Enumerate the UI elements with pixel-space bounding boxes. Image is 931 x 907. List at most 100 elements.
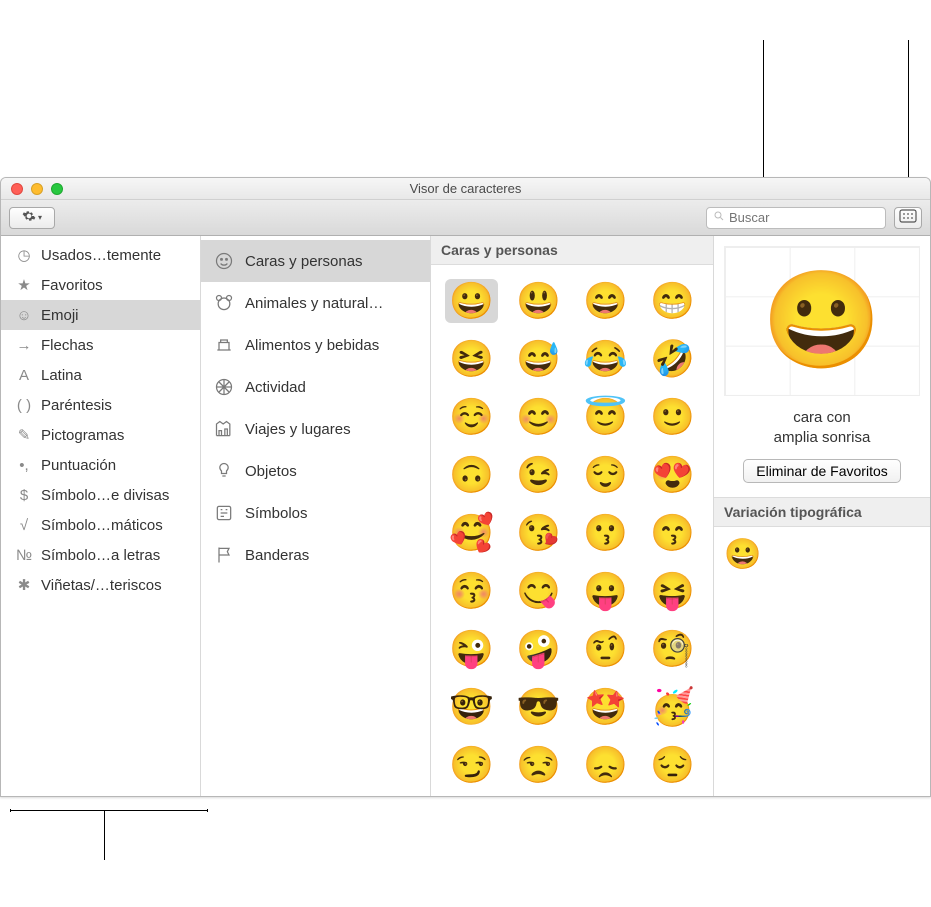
sidebar-item-0[interactable]: ◷Usados…temente <box>1 240 200 270</box>
emoji-cell[interactable]: 😋 <box>512 569 565 613</box>
callout-tick <box>207 809 208 812</box>
emoji-cell[interactable]: 🥰 <box>445 511 498 555</box>
sidebar-item-8[interactable]: $ Símbolo…e divisas <box>1 480 200 510</box>
emoji-cell[interactable]: 😅 <box>512 337 565 381</box>
emoji-cell[interactable]: 🤣 <box>646 337 699 381</box>
emoji-cell[interactable]: 😔 <box>646 743 699 787</box>
gear-icon <box>22 209 36 226</box>
sidebar-item-2[interactable]: ☺Emoji <box>1 300 200 330</box>
subcategory-label: Actividad <box>245 379 306 396</box>
emoji-cell[interactable]: 🤨 <box>579 627 632 671</box>
star-icon: ★ <box>15 276 33 294</box>
sidebar-item-label: Paréntesis <box>41 397 112 414</box>
sidebar-item-5[interactable]: ( )Paréntesis <box>1 390 200 420</box>
emoji-cell[interactable]: 😂 <box>579 337 632 381</box>
sidebar-item-label: Símbolo…máticos <box>41 517 163 534</box>
callout-bracket-sidebar-h <box>10 810 208 811</box>
emoji-cell[interactable]: 🥳 <box>646 685 699 729</box>
emoji-cell[interactable]: 😜 <box>445 627 498 671</box>
sidebar-item-10[interactable]: №Símbolo…a letras <box>1 540 200 570</box>
subcategory-item-4[interactable]: Viajes y lugares <box>201 408 430 450</box>
emoji-cell[interactable]: 😒 <box>512 743 565 787</box>
emoji-cell[interactable]: 🧐 <box>646 627 699 671</box>
sidebar-item-label: Puntuación <box>41 457 116 474</box>
emoji-cell[interactable]: 😘 <box>512 511 565 555</box>
emoji-cell[interactable]: 😍 <box>646 453 699 497</box>
emoji-cell[interactable]: 😆 <box>445 337 498 381</box>
emoji-cell[interactable]: 😄 <box>579 279 632 323</box>
sidebar-item-3[interactable]: →Flechas <box>1 330 200 360</box>
emoji-cell[interactable]: 🙃 <box>445 453 498 497</box>
emoji-cell[interactable]: 😇 <box>579 395 632 439</box>
preview-glyph: 😀 <box>762 273 882 369</box>
sidebar-item-label: Pictogramas <box>41 427 124 444</box>
sidebar-item-6[interactable]: ✎Pictogramas <box>1 420 200 450</box>
sidebar-item-label: Usados…temente <box>41 247 161 264</box>
emoji-cell[interactable]: 😎 <box>512 685 565 729</box>
search-icon <box>713 210 725 225</box>
sidebar-item-11[interactable]: ✱Viñetas/…teriscos <box>1 570 200 600</box>
emoji-cell[interactable]: 🤓 <box>445 685 498 729</box>
emoji-cell[interactable]: 😝 <box>646 569 699 613</box>
emoji-grid: 😀 😃 😄 😁 😆 😅 😂 🤣 ☺️ 😊 😇 🙂 🙃 😉 😌 😍 🥰 😘 😗 😙 😚 😋 😛 😝 😜 🤪 🤨 🧐 🤓 😎 🤩 🥳 😏 😒 😞 😔 <box>431 265 713 796</box>
sidebar-item-label: Viñetas/…teriscos <box>41 577 162 594</box>
emoji-cell[interactable]: 😏 <box>445 743 498 787</box>
subcategory-item-6[interactable]: Símbolos <box>201 492 430 534</box>
emoji-cell[interactable]: 😙 <box>646 511 699 555</box>
emoji-cell[interactable]: 😗 <box>579 511 632 555</box>
subcategory-icon <box>213 544 235 566</box>
sidebar-item-7[interactable]: •,Puntuación <box>1 450 200 480</box>
subcategory-item-3[interactable]: Actividad <box>201 366 430 408</box>
emoji-cell[interactable]: 😉 <box>512 453 565 497</box>
sidebar-item-4[interactable]: A Latina <box>1 360 200 390</box>
emoji-cell[interactable]: 🤩 <box>579 685 632 729</box>
glyph-name-line1: cara con <box>793 409 851 426</box>
emoji-cell[interactable]: 😞 <box>579 743 632 787</box>
subcategory-icon <box>213 502 235 524</box>
subcategory-label: Banderas <box>245 547 309 564</box>
settings-menu-button[interactable]: ▾ <box>9 207 55 229</box>
emoji-cell[interactable]: 😚 <box>445 569 498 613</box>
latin-a-icon: A <box>15 366 33 384</box>
emoji-cell[interactable]: 🙂 <box>646 395 699 439</box>
subcategory-item-2[interactable]: Alimentos y bebidas <box>201 324 430 366</box>
subcategory-item-5[interactable]: Objetos <box>201 450 430 492</box>
emoji-cell[interactable]: 😁 <box>646 279 699 323</box>
emoji-cell[interactable]: 😊 <box>512 395 565 439</box>
emoji-cell[interactable]: 😛 <box>579 569 632 613</box>
window-title: Visor de caracteres <box>1 181 930 196</box>
variation-header: Variación tipográfica <box>714 497 930 527</box>
callout-bracket-sidebar-v <box>104 810 105 860</box>
sidebar-item-label: Latina <box>41 367 82 384</box>
sqrt-icon: √ <box>15 516 33 534</box>
toggle-view-button[interactable] <box>894 207 922 229</box>
subcategory-list: Caras y personasAnimales y natural…Alime… <box>201 236 431 796</box>
sidebar-item-label: Símbolo…e divisas <box>41 487 169 504</box>
search-input[interactable] <box>729 210 905 225</box>
remove-favorite-button[interactable]: Eliminar de Favoritos <box>743 459 901 483</box>
sidebar-item-1[interactable]: ★Favoritos <box>1 270 200 300</box>
search-field[interactable] <box>706 207 886 229</box>
character-viewer-window: Visor de caracteres ▾ ◷Usados…temente★Fa… <box>0 177 931 797</box>
emoji-cell[interactable]: 😃 <box>512 279 565 323</box>
variation-cell[interactable]: 😀 <box>724 538 761 571</box>
emoji-cell[interactable]: 😀 <box>445 279 498 323</box>
dollar-icon: $ <box>15 486 33 504</box>
glyph-name-line2: amplia sonrisa <box>774 429 871 446</box>
emoji-cell[interactable]: ☺️ <box>445 395 498 439</box>
subcategory-icon <box>213 334 235 356</box>
subcategory-item-7[interactable]: Banderas <box>201 534 430 576</box>
subcategory-icon <box>213 292 235 314</box>
subcategory-item-1[interactable]: Animales y natural… <box>201 282 430 324</box>
preview-box: 😀 <box>724 246 920 396</box>
keyboard-icon <box>899 209 917 226</box>
emoji-cell[interactable]: 🤪 <box>512 627 565 671</box>
subcategory-label: Viajes y lugares <box>245 421 351 438</box>
callout-tick <box>10 809 11 812</box>
detail-panel: 😀 cara con amplia sonrisa Eliminar de Fa… <box>714 236 930 796</box>
subcategory-item-0[interactable]: Caras y personas <box>201 240 430 282</box>
sidebar-item-label: Flechas <box>41 337 94 354</box>
sidebar-item-9[interactable]: √ Símbolo…máticos <box>1 510 200 540</box>
emoji-cell[interactable]: 😌 <box>579 453 632 497</box>
toolbar: ▾ <box>1 200 930 236</box>
